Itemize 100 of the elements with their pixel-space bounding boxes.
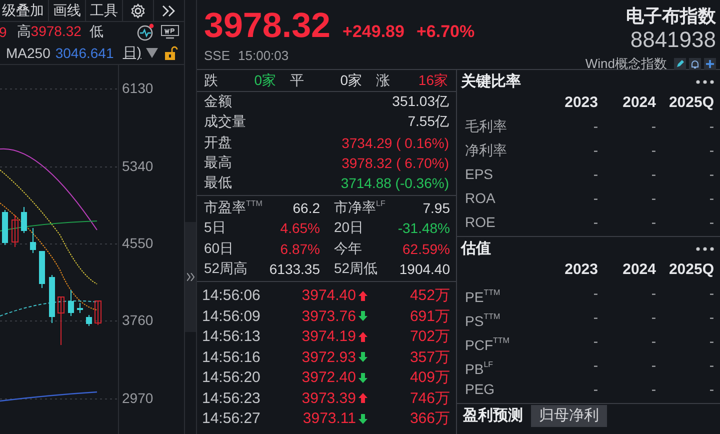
table-cell-text: - [592, 118, 598, 134]
chevron-icon[interactable] [162, 4, 176, 16]
settings-icon[interactable] [130, 2, 146, 18]
table-cell-text: - [708, 190, 714, 206]
trade-volume: 357万 [408, 348, 450, 367]
table-cell-text: - [592, 142, 598, 158]
candle [86, 314, 92, 326]
toolbar-button[interactable]: 画线 [49, 0, 86, 21]
metric-value: 1904.40 [399, 261, 450, 278]
trade-price: 3973.11 [302, 410, 356, 428]
candle [94, 300, 102, 326]
unlocked-lock-icon[interactable] [164, 46, 178, 60]
column-header: 2025Q [668, 260, 714, 280]
period-label: 日) [122, 44, 142, 62]
axis-label: 5340 [122, 158, 154, 174]
more-icon[interactable] [696, 80, 714, 84]
column-header: 2024 [622, 260, 656, 280]
breadth-label: 跌 [204, 72, 218, 90]
metric-value: 4.65% [280, 220, 320, 236]
table-cell-text: - [708, 381, 714, 397]
collapse-handle[interactable] [185, 222, 196, 332]
toolbar-button[interactable]: 级叠加 [0, 0, 49, 21]
metric-label: 市盈率$^{TTM}$ [204, 198, 262, 217]
index-code: 8841938 [630, 28, 716, 52]
category-label: Wind概念指数 [585, 55, 667, 73]
candle [2, 210, 8, 246]
table-cell-text: - [592, 309, 598, 325]
trade-time: 14:56:06 [202, 287, 262, 304]
toolbar-button[interactable]: 工具 [86, 0, 123, 21]
stat-label: 最低 [204, 174, 232, 192]
row-label: PCF$^{TTM}$ [464, 335, 510, 353]
stat-value: 3714.88 (-0.36%) [340, 175, 449, 192]
section-title: 估值 [461, 239, 491, 258]
table-cell-text: - [650, 118, 656, 134]
high-value: 3978.32 [30, 23, 82, 41]
more-icon[interactable] [696, 246, 714, 250]
table-cell-text: - [708, 118, 714, 134]
table-cell-text: - [592, 214, 598, 230]
metric-value: 66.2 [292, 200, 320, 216]
trade-price: 3972.40 [300, 369, 356, 386]
breadth-label: 涨 [376, 72, 390, 90]
row-label: 毛利率 [464, 117, 508, 136]
row-label: PEG [464, 380, 496, 399]
section-title: 关键比率 [461, 72, 521, 91]
trade-volume: 409万 [408, 368, 450, 388]
breadth-count: 0家 [254, 72, 276, 90]
stat-label: 金额 [204, 93, 232, 112]
row-label: 净利率 [464, 141, 508, 160]
row-label: ROE [464, 213, 496, 232]
candle [49, 274, 55, 324]
metric-value: 6.87% [280, 240, 320, 257]
forecast-tab[interactable]: 归母净利 [531, 404, 607, 426]
stat-label: 成交量 [204, 113, 246, 132]
column-header: 2024 [622, 93, 656, 113]
high-label: 高 [16, 23, 31, 41]
trade-price: 3972.93 [300, 348, 356, 366]
low-label: 低 [89, 23, 104, 41]
axis-label: 4550 [122, 235, 154, 251]
table-cell-text: - [708, 214, 714, 230]
trade-time: 14:56:09 [202, 308, 262, 325]
presentation-icon[interactable] [160, 24, 180, 40]
table-cell-text: - [592, 357, 598, 373]
axis-label: 2970 [122, 390, 154, 406]
trade-time: 14:56:16 [202, 348, 262, 366]
ma-value: 3046.641 [55, 45, 114, 61]
metric-value: -31.48% [398, 220, 450, 236]
stat-value: 7.55亿 [408, 113, 449, 132]
table-cell-text: - [650, 381, 656, 397]
trade-time: 14:56:13 [202, 328, 262, 346]
index-name: 电子布指数 [626, 5, 716, 28]
candle [39, 250, 45, 288]
stat-value: 351.03亿 [392, 93, 449, 112]
table-cell-text: - [650, 214, 656, 230]
dropdown-caret-icon[interactable] [146, 48, 158, 58]
table-cell-text: - [708, 142, 714, 158]
pencil-icon[interactable] [674, 58, 686, 70]
stat-value: 3734.29 ( 0.16%) [342, 134, 449, 151]
trade-price: 3974.19 [300, 328, 356, 346]
table-cell-text: - [592, 190, 598, 206]
pulse-monitor-icon[interactable] [136, 23, 156, 41]
bell-icon[interactable] [689, 58, 701, 70]
plus-icon[interactable] [704, 58, 716, 70]
row-label: ROA [464, 189, 496, 208]
trade-volume: 746万 [408, 388, 450, 408]
column-header: 2025Q [668, 93, 714, 113]
stat-value: 3978.32 ( 6.70%) [342, 155, 449, 172]
column-header: 2023 [564, 93, 598, 113]
column-header: 2023 [564, 260, 598, 280]
metric-value: 62.59% [402, 240, 450, 257]
chevron-icon [186, 273, 194, 281]
trade-time: 14:56:23 [202, 390, 262, 407]
table-cell-text: - [650, 333, 656, 349]
candle [77, 302, 83, 314]
metric-value: 7.95 [422, 200, 450, 216]
table-cell-text: - [650, 285, 656, 301]
trade-volume: 366万 [408, 409, 450, 428]
row-label: PB$^{LF}$ [464, 359, 494, 377]
axis-label: 6130 [122, 80, 154, 96]
table-cell-text: - [592, 333, 598, 349]
trade-price: 3973.76 [300, 308, 356, 325]
